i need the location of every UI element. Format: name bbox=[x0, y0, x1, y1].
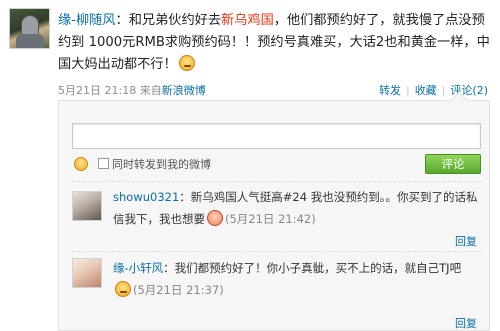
repost-checkbox[interactable] bbox=[98, 158, 109, 169]
post-meta: 5月21日 21:18 来自新浪微博 bbox=[58, 82, 206, 98]
divider bbox=[72, 251, 481, 252]
post-time[interactable]: 5月21日 21:18 bbox=[58, 84, 136, 97]
comment-author-link[interactable]: showu0321 bbox=[113, 190, 179, 204]
sweat-emoji-icon bbox=[178, 55, 195, 71]
comment-time: (5月21日 21:42) bbox=[225, 212, 316, 226]
submit-comment-button[interactable]: 评论 bbox=[425, 154, 481, 174]
reply-link[interactable]: 回复 bbox=[455, 315, 477, 331]
post-actions: 转发 | 收藏 | 评论(2) bbox=[378, 84, 488, 97]
divider bbox=[72, 181, 481, 182]
smiley-icon[interactable] bbox=[74, 157, 88, 171]
post-author-link[interactable]: 缘-柳随风 bbox=[58, 13, 116, 28]
post-text: 缘-柳随风：和兄弟伙约好去新乌鸡国，他们都预约好了，就我慢了点没预约到 1000… bbox=[58, 10, 490, 76]
forward-link[interactable]: 转发 bbox=[379, 84, 401, 97]
comment-author-link[interactable]: 缘-小轩风 bbox=[113, 261, 163, 275]
reply-link[interactable]: 回复 bbox=[455, 233, 477, 249]
author-avatar[interactable] bbox=[9, 8, 50, 49]
commenter-avatar[interactable] bbox=[72, 191, 102, 221]
comment-input[interactable] bbox=[72, 123, 481, 149]
comment-panel: 同时转发到我的微博 评论 showu0321：新乌鸡国人气挺高#24 我也没预约… bbox=[58, 91, 490, 331]
comment-text: 缘-小轩风：我们都预约好了！你小子真骴，买不上的话，就自己TJ吧 (5月21日 2… bbox=[113, 257, 478, 301]
comment-text: showu0321：新乌鸡国人气挺高#24 我也没预约到。。你买到了的话私信我下… bbox=[113, 186, 478, 230]
grin-emoji-icon bbox=[115, 281, 131, 297]
post-text-part1: ：和兄弟伙约好去 bbox=[115, 13, 222, 28]
from-source-link[interactable]: 新浪微博 bbox=[162, 84, 206, 97]
from-prefix: 来自 bbox=[139, 84, 162, 97]
commenter-avatar[interactable] bbox=[72, 258, 102, 288]
knight-body-image bbox=[16, 34, 44, 48]
repost-checkbox-label: 同时转发到我的微博 bbox=[112, 158, 211, 171]
favorite-link[interactable]: 收藏 bbox=[415, 84, 437, 97]
post-highlight-link[interactable]: 新乌鸡国 bbox=[221, 13, 274, 28]
comment-time: (5月21日 21:37) bbox=[133, 283, 224, 297]
comment-body: ：我们都预约好了！你小子真骴，买不上的话，就自己TJ吧 bbox=[163, 261, 462, 275]
angry-emoji-icon bbox=[207, 210, 223, 226]
